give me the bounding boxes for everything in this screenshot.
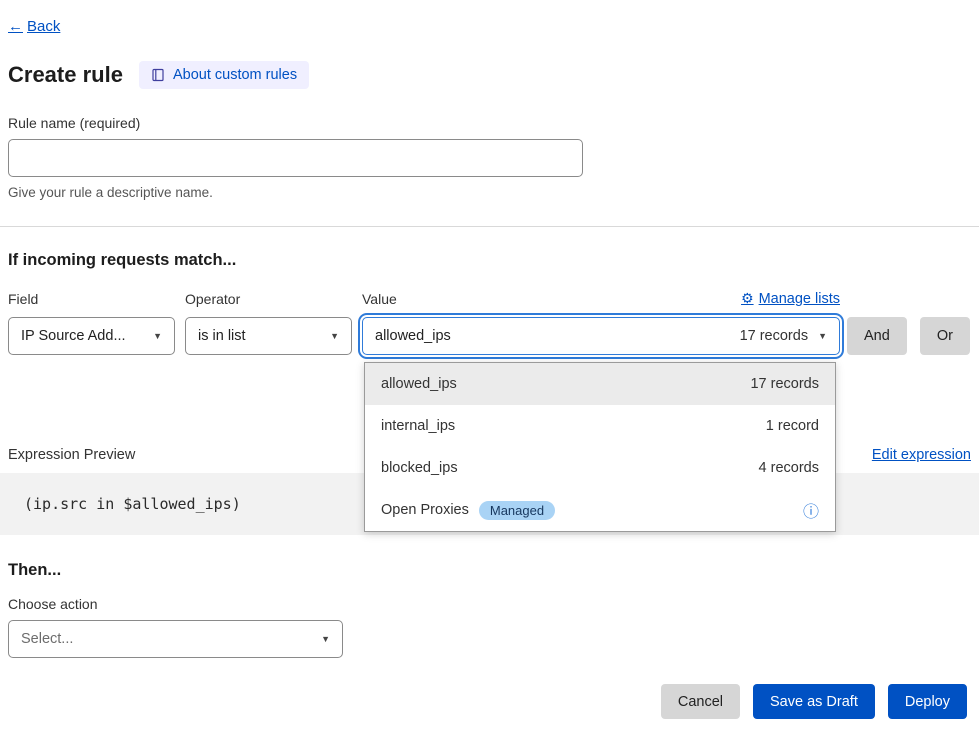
about-badge-label: About custom rules	[173, 67, 297, 83]
field-column: Field IP Source Add... ▼	[8, 291, 175, 355]
value-column: Value ⚙ Manage lists allowed_ips 17 reco…	[362, 290, 840, 355]
or-button[interactable]: Or	[920, 317, 970, 355]
page-title: Create rule	[8, 62, 123, 88]
operator-column: Operator is in list ▼	[185, 291, 352, 355]
cancel-button[interactable]: Cancel	[661, 684, 740, 719]
chevron-down-icon: ▼	[321, 634, 330, 644]
footer-actions: Cancel Save as Draft Deploy	[8, 684, 967, 719]
operator-select-value: is in list	[198, 328, 246, 344]
value-select-records: 17 records	[740, 328, 809, 344]
list-option-blocked-ips[interactable]: blocked_ips 4 records	[365, 447, 835, 489]
field-label: Field	[8, 291, 175, 307]
back-link[interactable]: ←Back	[8, 18, 60, 35]
list-option-detail: 4 records	[759, 460, 819, 476]
back-arrow-icon: ←	[8, 18, 23, 35]
divider	[0, 226, 979, 227]
action-select-placeholder: Select...	[21, 631, 73, 647]
gear-icon: ⚙	[741, 290, 754, 307]
match-section-title: If incoming requests match...	[8, 251, 971, 270]
info-icon[interactable]: ⓘ	[803, 498, 819, 522]
book-icon	[151, 68, 165, 82]
about-custom-rules-link[interactable]: About custom rules	[139, 61, 309, 89]
field-select-value: IP Source Add...	[21, 328, 126, 344]
chevron-down-icon: ▼	[818, 331, 827, 341]
choose-action-label: Choose action	[8, 596, 971, 612]
list-option-name: blocked_ips	[381, 460, 458, 476]
list-option-name: internal_ips	[381, 418, 455, 434]
list-option-name: Open Proxies	[381, 502, 469, 518]
list-option-open-proxies[interactable]: Open Proxies Managed ⓘ	[365, 489, 835, 531]
managed-badge: Managed	[479, 501, 555, 520]
and-button[interactable]: And	[847, 317, 907, 355]
deploy-button[interactable]: Deploy	[888, 684, 967, 719]
match-condition-row: Field IP Source Add... ▼ Operator is in …	[8, 290, 971, 355]
rule-name-help: Give your rule a descriptive name.	[8, 185, 971, 200]
list-option-allowed-ips[interactable]: allowed_ips 17 records	[365, 363, 835, 405]
manage-lists-link[interactable]: ⚙ Manage lists	[741, 290, 840, 307]
list-option-internal-ips[interactable]: internal_ips 1 record	[365, 405, 835, 447]
list-option-name: allowed_ips	[381, 376, 457, 392]
value-label: Value	[362, 291, 397, 307]
expression-preview-label: Expression Preview	[8, 447, 135, 463]
action-select[interactable]: Select... ▼	[8, 620, 343, 658]
value-dropdown-menu: allowed_ips 17 records internal_ips 1 re…	[364, 362, 836, 532]
value-select[interactable]: allowed_ips 17 records ▼	[362, 317, 840, 355]
operator-label: Operator	[185, 291, 352, 307]
chevron-down-icon: ▼	[330, 331, 339, 341]
rule-name-label: Rule name (required)	[8, 115, 971, 131]
rule-name-input[interactable]	[8, 139, 583, 177]
manage-lists-label: Manage lists	[759, 291, 840, 307]
list-option-detail: 17 records	[750, 376, 819, 392]
expression-code: (ip.src in $allowed_ips)	[24, 495, 241, 513]
value-select-value: allowed_ips	[375, 328, 451, 344]
back-label: Back	[27, 18, 60, 35]
list-option-detail: 1 record	[766, 418, 819, 434]
title-row: Create rule About custom rules	[8, 61, 971, 89]
chevron-down-icon: ▼	[153, 331, 162, 341]
edit-expression-link[interactable]: Edit expression	[872, 447, 971, 463]
then-section-title: Then...	[8, 561, 971, 580]
save-as-draft-button[interactable]: Save as Draft	[753, 684, 875, 719]
field-select[interactable]: IP Source Add... ▼	[8, 317, 175, 355]
operator-select[interactable]: is in list ▼	[185, 317, 352, 355]
